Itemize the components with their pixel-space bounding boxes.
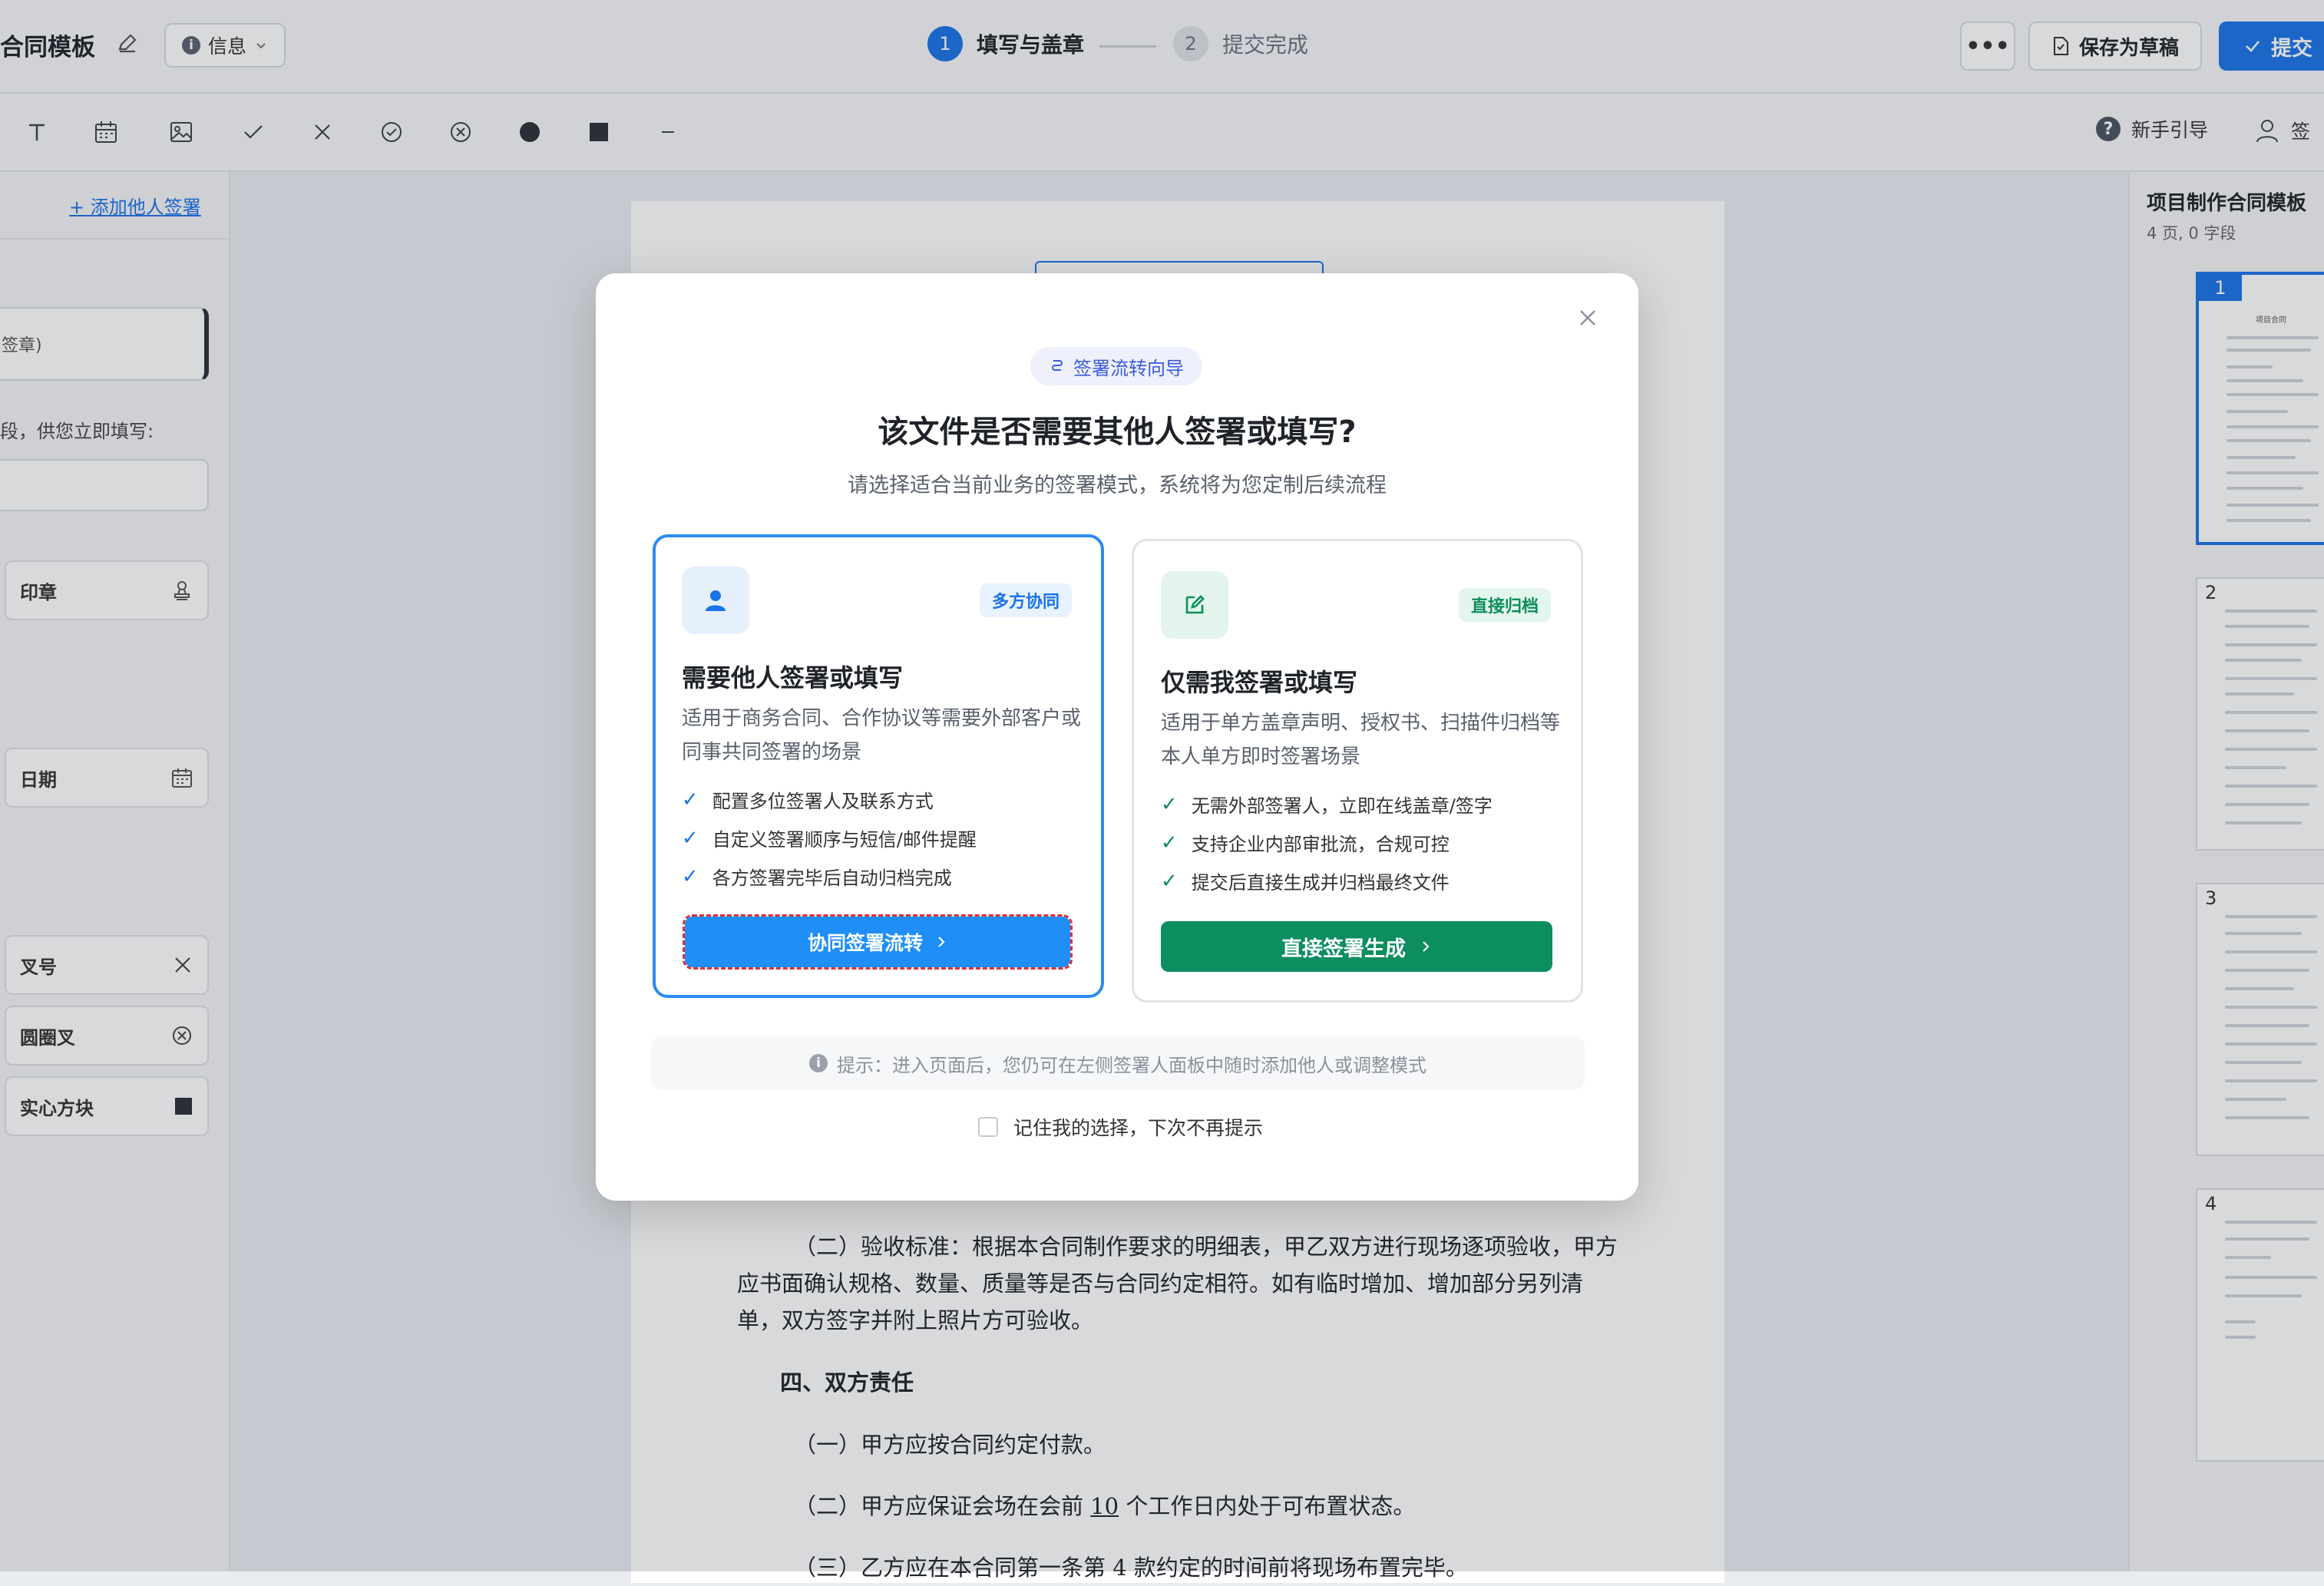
- info-icon: i: [809, 1054, 828, 1072]
- dialog-title: 该文件是否需要其他人签署或填写?: [878, 415, 1357, 450]
- check-icon: ✓: [682, 864, 699, 888]
- option-title: 仅需我签署或填写: [1161, 668, 1358, 697]
- edit-icon: [1161, 571, 1228, 639]
- option-feature: ✓ 支持企业内部审批流，合规可控: [1161, 829, 1450, 856]
- tip-text: 提示：进入页面后，您仍可在左侧签署人面板中随时添加他人或调整模式: [837, 1054, 1426, 1076]
- feature-text: 各方签署完毕后自动归档完成: [712, 867, 952, 889]
- button-label: 协同签署流转: [807, 932, 923, 954]
- remember-checkbox[interactable]: [978, 1117, 998, 1137]
- chevron-right-icon: [1423, 941, 1430, 952]
- remember-choice[interactable]: 记住我的选择，下次不再提示: [978, 1113, 1263, 1141]
- option-description: 适用于单方盖章声明、授权书、扫描件归档等本人单方即时签署场景: [1161, 712, 1561, 768]
- option-description: 适用于商务合同、合作协议等需要外部客户或同事共同签署的场景: [682, 707, 1082, 764]
- button-label: 直接签署生成: [1281, 937, 1406, 961]
- feature-text: 配置多位签署人及联系方式: [712, 791, 934, 812]
- feature-text: 自定义签署顺序与短信/邮件提醒: [712, 829, 977, 851]
- option-feature: ✓ 自定义签署顺序与短信/邮件提醒: [682, 824, 977, 851]
- check-icon: ✓: [1161, 831, 1178, 854]
- check-icon: ✓: [682, 826, 699, 850]
- check-icon: ✓: [1161, 869, 1178, 893]
- option-tag: 直接归档: [1459, 588, 1552, 622]
- close-icon[interactable]: [1574, 304, 1602, 332]
- check-icon: ✓: [1161, 792, 1178, 816]
- flow-icon: [1052, 360, 1063, 371]
- feature-text: 无需外部签署人，立即在线盖章/签字: [1191, 795, 1493, 817]
- direct-sign-button[interactable]: 直接签署生成: [1161, 921, 1552, 972]
- user-icon: [682, 567, 749, 634]
- wizard-badge-label: 签署流转向导: [1073, 357, 1184, 379]
- option-feature: ✓ 无需外部签署人，立即在线盖章/签字: [1161, 791, 1493, 818]
- wizard-badge: 签署流转向导: [1030, 347, 1202, 385]
- feature-text: 支持企业内部审批流，合规可控: [1191, 834, 1450, 855]
- check-icon: ✓: [682, 788, 699, 811]
- collaborative-sign-button[interactable]: 协同签署流转: [683, 914, 1073, 970]
- chevron-right-icon: [938, 937, 945, 947]
- tip-banner: i 提示：进入页面后，您仍可在左侧签署人面板中随时添加他人或调整模式: [651, 1036, 1585, 1090]
- dialog-subtitle: 请选择适合当前业务的签署模式，系统将为您定制后续流程: [848, 474, 1387, 497]
- option-tag: 多方协同: [980, 583, 1073, 617]
- option-feature: ✓ 各方签署完毕后自动归档完成: [682, 863, 952, 890]
- option-feature: ✓ 提交后直接生成并归档最终文件: [1161, 867, 1450, 894]
- option-title: 需要他人签署或填写: [682, 663, 904, 692]
- option-feature: ✓ 配置多位签署人及联系方式: [682, 786, 934, 813]
- feature-text: 提交后直接生成并归档最终文件: [1191, 872, 1450, 894]
- remember-label: 记住我的选择，下次不再提示: [1013, 1117, 1264, 1139]
